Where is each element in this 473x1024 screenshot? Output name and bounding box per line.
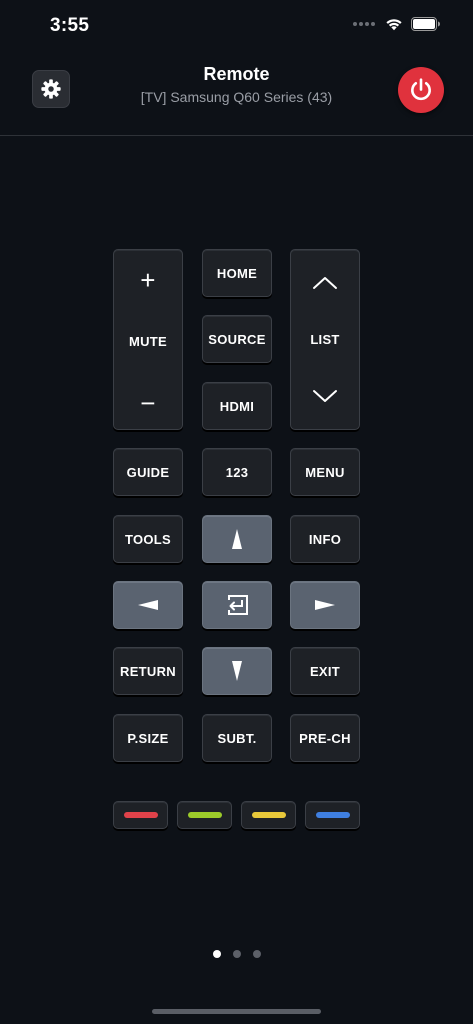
info-button[interactable]: INFO — [290, 515, 360, 563]
header-divider — [0, 135, 473, 136]
numpad-button[interactable]: 123 — [202, 448, 272, 496]
source-button[interactable]: SOURCE — [202, 315, 272, 363]
page-indicator — [0, 950, 473, 958]
blue-bar — [315, 812, 350, 818]
tools-button[interactable]: TOOLS — [113, 515, 183, 563]
color-key-blue[interactable] — [305, 801, 360, 829]
subtitle-button[interactable]: SUBT. — [202, 714, 272, 762]
channel-up-icon[interactable] — [312, 276, 338, 290]
ok-enter-button[interactable] — [202, 581, 272, 629]
page-dot-2[interactable] — [232, 950, 241, 958]
color-key-green[interactable] — [177, 801, 232, 829]
home-indicator[interactable] — [152, 1009, 321, 1014]
mute-button[interactable]: MUTE — [129, 334, 167, 349]
arrow-up-icon — [232, 529, 242, 549]
status-time: 3:55 — [50, 15, 90, 36]
signal-dots-icon — [353, 22, 375, 26]
status-icons — [353, 17, 441, 31]
color-key-red[interactable] — [113, 801, 168, 829]
previous-channel-button[interactable]: PRE-CH — [290, 714, 360, 762]
arrow-right-icon — [315, 600, 335, 610]
yellow-bar — [251, 812, 286, 818]
enter-icon — [228, 595, 248, 615]
power-button[interactable] — [398, 67, 444, 113]
red-bar — [123, 812, 158, 818]
remote-screen: 3:55 Remote [TV] Samsung Q60 Series (43)… — [0, 0, 473, 1024]
hdmi-button[interactable]: HDMI — [202, 382, 272, 430]
dpad-left-button[interactable] — [113, 581, 183, 629]
picture-size-button[interactable]: P.SIZE — [113, 714, 183, 762]
return-button[interactable]: RETURN — [113, 647, 183, 695]
arrow-left-icon — [138, 600, 158, 610]
channel-rocker[interactable]: LIST — [290, 249, 360, 430]
green-bar — [187, 812, 222, 818]
battery-icon — [411, 17, 440, 31]
dpad-up-button[interactable] — [202, 515, 272, 563]
arrow-down-icon — [232, 661, 242, 681]
dpad-right-button[interactable] — [290, 581, 360, 629]
wifi-icon — [386, 19, 402, 31]
exit-button[interactable]: EXIT — [290, 647, 360, 695]
menu-button[interactable]: MENU — [290, 448, 360, 496]
power-icon — [411, 78, 431, 101]
guide-button[interactable]: GUIDE — [113, 448, 183, 496]
volume-rocker[interactable]: + MUTE − — [113, 249, 183, 430]
home-button[interactable]: HOME — [202, 249, 272, 297]
list-button[interactable]: LIST — [310, 332, 339, 347]
page-dot-3[interactable] — [252, 950, 261, 958]
page-dot-1[interactable] — [212, 950, 221, 958]
channel-down-icon[interactable] — [312, 389, 338, 403]
volume-down-button[interactable]: − — [140, 390, 155, 416]
dpad-down-button[interactable] — [202, 647, 272, 695]
color-key-yellow[interactable] — [241, 801, 296, 829]
volume-up-button[interactable]: + — [140, 267, 155, 293]
